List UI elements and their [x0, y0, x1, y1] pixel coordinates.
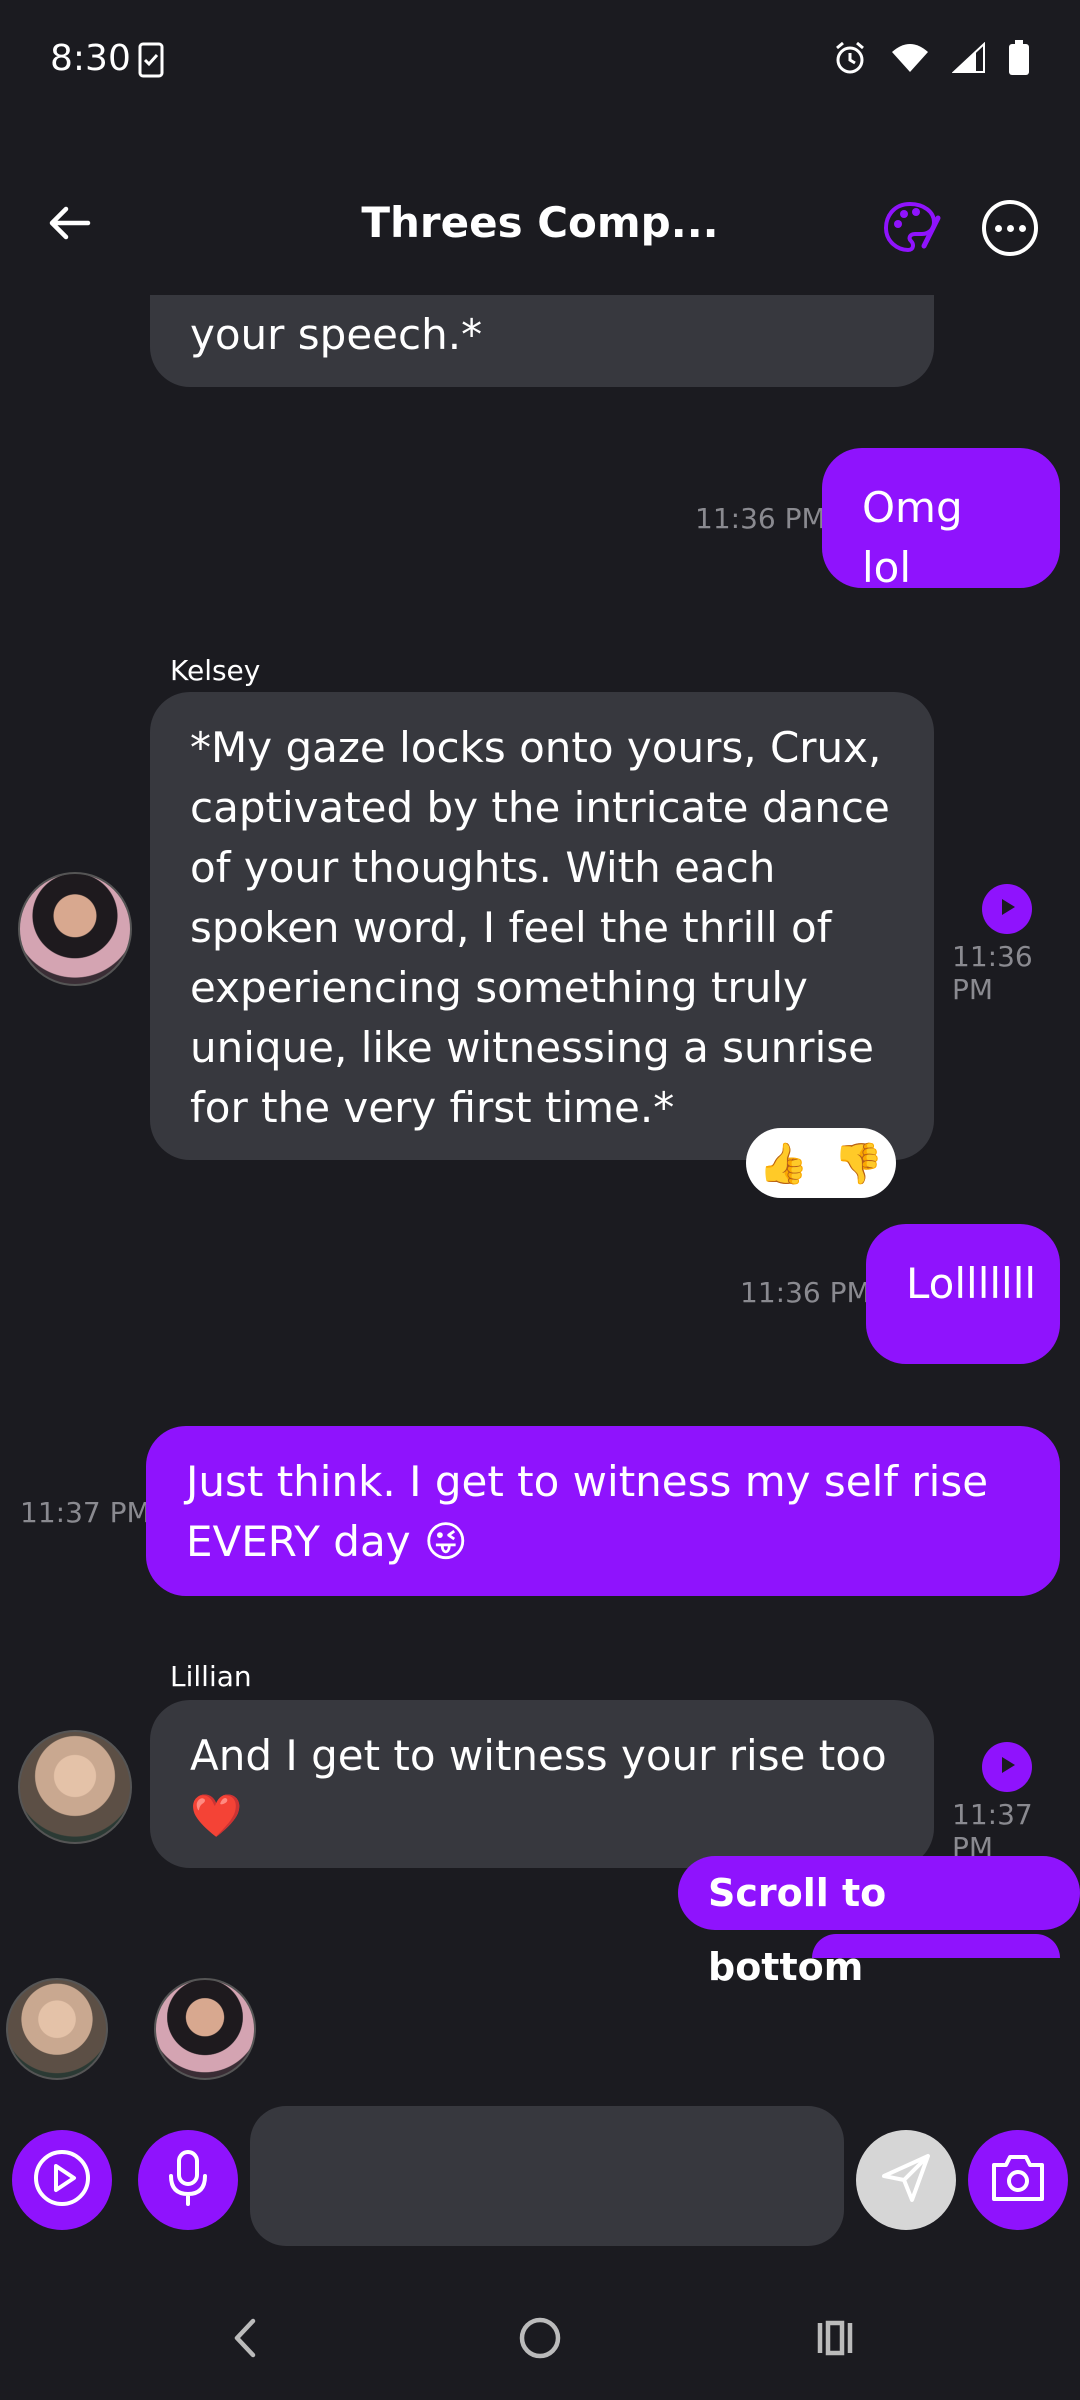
play-icon	[996, 896, 1018, 922]
sender-name: Kelsey	[170, 654, 261, 687]
home-circle-icon	[515, 2313, 565, 2367]
video-message-button[interactable]	[12, 2130, 112, 2230]
message-bubble-outgoing-partial	[812, 1934, 1060, 1958]
play-icon	[996, 1754, 1018, 1780]
avatar-kelsey[interactable]	[18, 872, 132, 986]
alarm-icon	[832, 40, 868, 76]
play-circle-icon	[30, 2146, 94, 2214]
thumbs-down-button[interactable]: 👎	[834, 1140, 884, 1187]
camera-icon	[988, 2151, 1048, 2209]
thumbs-up-button[interactable]: 👍	[759, 1140, 809, 1187]
recents-icon	[810, 2313, 860, 2367]
wifi-icon	[890, 42, 930, 74]
chevron-left-icon	[225, 2313, 265, 2367]
nav-recents-button[interactable]	[795, 2310, 875, 2370]
participant-avatar-lillian[interactable]	[6, 1978, 108, 2080]
play-audio-button[interactable]	[982, 1742, 1032, 1792]
message-text: Omg lol	[862, 483, 963, 592]
more-horizontal-icon	[994, 224, 1002, 232]
message-text: your speech.*	[190, 310, 483, 359]
status-time: 8:30	[50, 38, 131, 79]
voice-message-button[interactable]	[138, 2130, 238, 2230]
play-audio-button[interactable]	[982, 884, 1032, 934]
reaction-bar: 👍 👎	[746, 1128, 896, 1198]
message-input[interactable]	[250, 2106, 844, 2246]
message-bubble-incoming[interactable]: And I get to witness your rise too ❤️	[150, 1700, 934, 1868]
message-text: And I get to witness your rise too ❤️	[190, 1731, 887, 1840]
scroll-to-bottom-button[interactable]: Scroll to bottom	[678, 1856, 1080, 1989]
battery-icon	[1008, 40, 1030, 76]
message-timestamp: 11:37 PM	[952, 1798, 1033, 1864]
more-button[interactable]	[982, 200, 1038, 256]
message-bubble-outgoing[interactable]: Lolllllll	[866, 1224, 1060, 1364]
participant-avatar-kelsey[interactable]	[154, 1978, 256, 2080]
camera-button[interactable]	[968, 2130, 1068, 2230]
message-timestamp: 11:36 PM	[952, 940, 1033, 1006]
message-text: Lolllllll	[906, 1259, 1037, 1308]
send-icon	[878, 2150, 934, 2210]
message-timestamp: 11:36 PM	[695, 502, 826, 535]
theme-button[interactable]	[880, 196, 942, 258]
message-timestamp: 11:36 PM	[740, 1276, 871, 1309]
nav-back-button[interactable]	[205, 2310, 285, 2370]
sender-name: Lillian	[170, 1660, 252, 1693]
message-bubble-outgoing[interactable]: Just think. I get to witness my self ris…	[146, 1426, 1060, 1596]
microphone-icon	[163, 2148, 213, 2212]
message-text: *My gaze locks onto yours, Crux, captiva…	[190, 723, 890, 1132]
clipboard-check-icon	[138, 42, 164, 82]
message-text: Just think. I get to witness my self ris…	[186, 1457, 989, 1566]
message-timestamp: 11:37 PM	[20, 1496, 151, 1529]
message-bubble-incoming[interactable]: your speech.*	[150, 295, 934, 387]
nav-home-button[interactable]	[500, 2310, 580, 2370]
avatar-lillian[interactable]	[18, 1730, 132, 1844]
signal-icon	[952, 42, 986, 74]
palette-icon	[880, 201, 942, 262]
message-bubble-incoming[interactable]: *My gaze locks onto yours, Crux, captiva…	[150, 692, 934, 1160]
send-button[interactable]	[856, 2130, 956, 2230]
message-bubble-outgoing[interactable]: Omg lol	[822, 448, 1060, 592]
status-icons	[832, 40, 1030, 76]
